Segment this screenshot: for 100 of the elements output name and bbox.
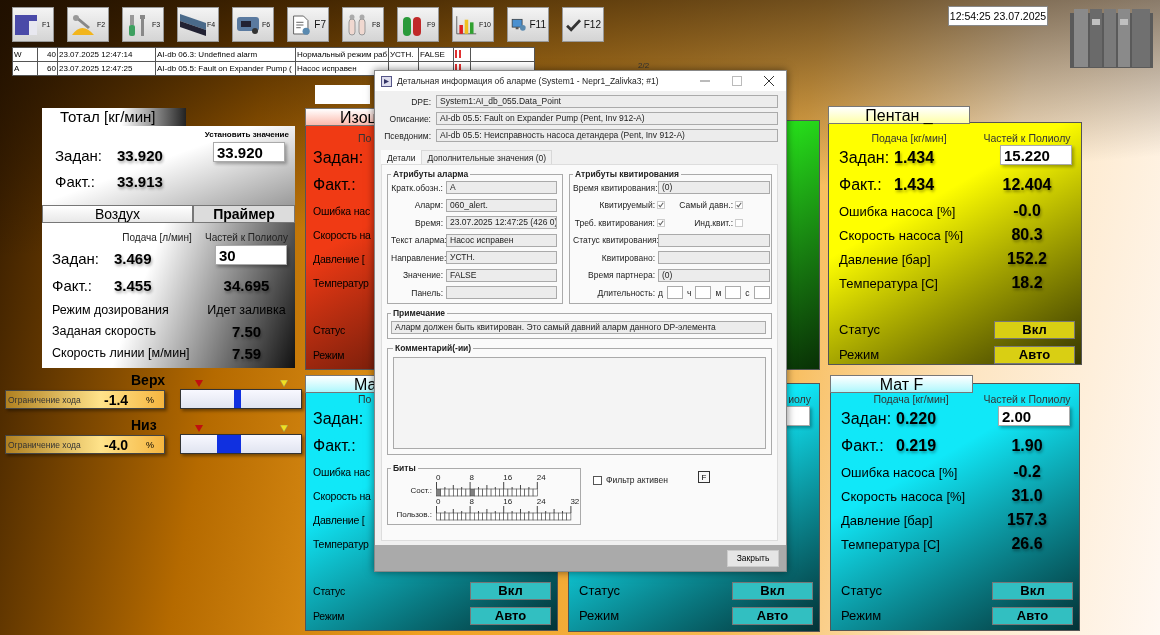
unit-label: м — [715, 287, 722, 298]
close-button[interactable]: Закрыть — [727, 549, 779, 567]
component-tab[interactable]: Праймер — [193, 205, 295, 223]
table-cell: AI-db 06.3: Undefined alarm — [155, 47, 296, 62]
value-text: 12.404 — [1002, 176, 1052, 194]
table-cell: УСТН. — [388, 47, 419, 62]
readonly-field: A — [446, 181, 557, 194]
field-label: Псевдоним: — [383, 130, 431, 141]
field-label: Температур — [313, 277, 369, 289]
field-label: Ошибка нас — [313, 466, 370, 478]
tick-label: 16 — [503, 497, 513, 506]
value-text: 1.90 — [1011, 437, 1043, 455]
field-label: Факт.: — [52, 276, 93, 294]
checkbox-label: Самый давн.: — [678, 200, 733, 210]
field-label: Температура [C] — [841, 536, 940, 552]
state-button[interactable]: Вкл — [732, 581, 813, 600]
table-cell: AI-db 05.5: Fault on Expander Pump ( — [155, 61, 296, 76]
value-text: Идет заливка — [207, 303, 286, 317]
table-cell: 23.07.2025 12:47:25 — [57, 61, 156, 76]
unit-label: ч — [686, 287, 692, 298]
field-label: Время квитирования: — [573, 182, 655, 193]
checkbox-label: Фильтр активен — [606, 475, 668, 485]
toolbar-button[interactable]: F11 — [507, 7, 549, 42]
table-cell: 40 — [37, 47, 58, 62]
limit-label: Ограничение хода — [7, 439, 82, 450]
field-label: Время: — [414, 217, 443, 228]
field-label: Давление [бар] — [839, 251, 931, 267]
tick-label: 24 — [536, 497, 546, 506]
value-input[interactable]: 15.220 — [1000, 145, 1072, 165]
field-label: Задан: — [52, 249, 99, 267]
unit-label: д — [658, 287, 663, 298]
field-label: Статус — [839, 322, 881, 337]
toolbar-button[interactable]: F7 — [287, 7, 329, 42]
value-text: 7.59 — [231, 344, 262, 362]
field-label: Температур — [313, 538, 369, 550]
value-input[interactable]: 30 — [215, 245, 287, 265]
field-label: Скорость на — [313, 229, 371, 241]
state-button[interactable]: Вкл — [994, 320, 1075, 339]
value-text: -0.2 — [1013, 463, 1041, 481]
tick-label: 8 — [469, 473, 475, 482]
field-label: Температура [C] — [839, 275, 938, 291]
state-button[interactable]: Авто — [732, 606, 813, 625]
field-label: Режим дозирования — [52, 303, 169, 317]
field-label: Пользов.: — [395, 510, 433, 521]
field-label: Задан: — [313, 410, 364, 428]
value-text: -0.0 — [1013, 202, 1041, 220]
field-label: Статус — [579, 583, 621, 598]
value-text: 152.2 — [1006, 250, 1047, 268]
clock-display: 12:54:25 23.07.2025 — [948, 6, 1048, 26]
state-button[interactable]: Авто — [992, 606, 1073, 625]
value-text: 1.434 — [894, 176, 936, 194]
state-button[interactable]: Вкл — [470, 581, 551, 600]
value-text: 33.920 — [117, 146, 164, 164]
limit-title: Низ — [131, 417, 157, 434]
state-button[interactable]: Авто — [994, 345, 1075, 364]
readonly-field: УСТН. — [446, 251, 557, 264]
unit-label: с — [745, 287, 750, 298]
value-input[interactable]: 2.00 — [998, 406, 1070, 426]
field-label: Аларм: — [413, 200, 443, 210]
component-tab[interactable]: Воздух — [42, 205, 193, 223]
readonly-field: System1:AI_db_055.Data_Point — [436, 95, 778, 108]
value-text: 31.0 — [1011, 487, 1043, 505]
field-label: Время партнера: — [587, 270, 655, 280]
field-label: Факт.: — [841, 437, 884, 455]
value-text: 157.3 — [1006, 511, 1047, 529]
column-heading: Частей к Полиолу — [205, 231, 288, 243]
field-label: Статус — [313, 584, 345, 597]
value-text: 3.455 — [114, 276, 153, 294]
filter-button[interactable]: F — [697, 471, 710, 483]
checkbox-label: Квитируемый: — [598, 200, 655, 210]
value-text: 18.2 — [1011, 274, 1043, 292]
readonly-field: (0) — [658, 181, 770, 194]
field-label: Задан: — [313, 149, 364, 167]
tab[interactable]: Дополнительные значения (0) — [421, 150, 553, 164]
state-button[interactable]: Вкл — [992, 581, 1073, 600]
column-heading: Подача [кг/мин] — [871, 132, 947, 144]
field-label: Ошибка насоса [%] — [839, 203, 956, 219]
value-input[interactable]: 33.920 — [213, 142, 285, 162]
field-label: Задан: — [839, 149, 890, 167]
value-text: 33.913 — [117, 172, 164, 190]
table-cell: W — [12, 47, 38, 62]
tick-label: 0 — [436, 497, 441, 506]
page-indicator: 2/2 — [638, 61, 650, 70]
field-label: Задан: — [841, 410, 892, 428]
field-label: Длительность: — [596, 287, 655, 298]
toolbar-button[interactable]: F12 — [562, 7, 604, 42]
state-button[interactable]: Авто — [470, 606, 551, 625]
value-text: 26.6 — [1011, 535, 1043, 553]
readonly-field: FALSE — [446, 268, 557, 282]
field-label: Ошибка нас — [313, 205, 370, 217]
field-label: Задан: — [55, 146, 102, 164]
window-title: Детальная информация об аларме (System1 - Nepr1_Zalivka3; #1) — [397, 76, 660, 86]
value-text: 80.3 — [1011, 226, 1043, 244]
field-label: Скорость на — [313, 490, 371, 502]
unit-label: % — [146, 439, 154, 450]
limit-label: Ограничение хода — [7, 394, 82, 405]
tab[interactable]: Детали — [381, 150, 422, 164]
value-text: 0.220 — [896, 410, 938, 428]
field-label: Режим — [313, 609, 345, 622]
field-label: Факт.: — [55, 172, 96, 190]
